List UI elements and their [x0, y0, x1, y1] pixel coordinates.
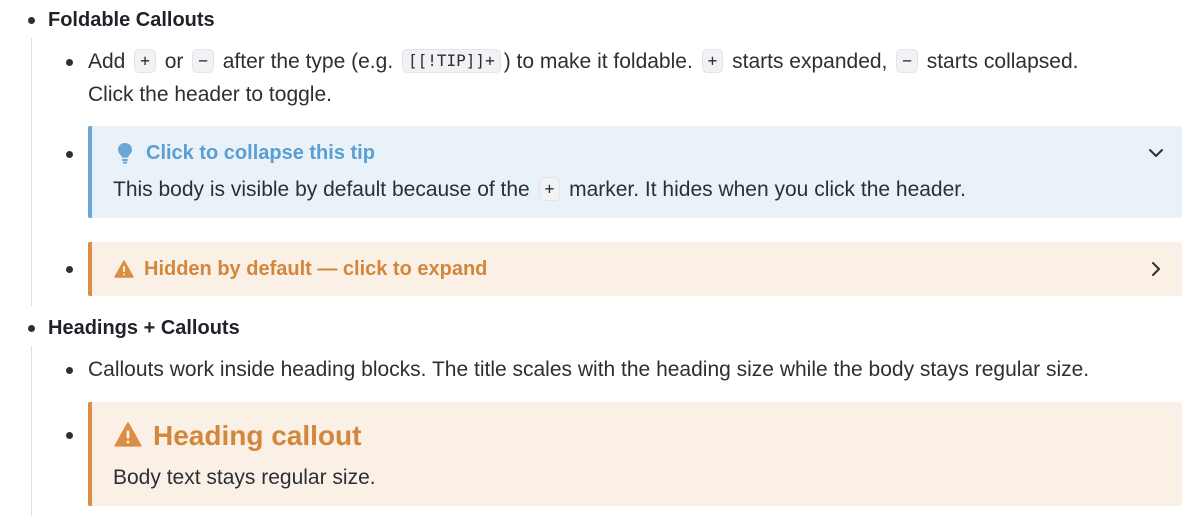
lightbulb-icon	[118, 143, 132, 164]
warning-icon	[114, 260, 134, 278]
inline-code: −	[896, 49, 918, 73]
bullet	[66, 367, 73, 374]
bullet	[28, 17, 35, 24]
inline-code: +	[134, 49, 156, 73]
text-run: or	[164, 50, 184, 73]
text-run: starts expanded,	[732, 50, 888, 73]
bullet	[66, 432, 73, 439]
bullet	[66, 59, 73, 66]
inline-code: [[!TIP]]+	[402, 49, 501, 73]
section-heading: Foldable Callouts	[48, 9, 215, 31]
callout-body: This body is visible by default because …	[113, 175, 966, 205]
list-item-text: Add + or − after the type (e.g. [[!TIP]]…	[88, 46, 1078, 78]
callout-header[interactable]: Click to collapse this tip	[92, 126, 1182, 176]
bullet	[66, 151, 73, 158]
text-run: starts collapsed.	[926, 50, 1079, 73]
text-run: marker. It hides when you click the head…	[569, 178, 966, 201]
bullet	[28, 325, 35, 332]
inline-code: +	[701, 49, 724, 73]
bullet	[66, 266, 73, 273]
text-run: Add	[88, 50, 126, 73]
text-run: ) to make it foldable.	[503, 50, 693, 73]
warning-callout-collapsed[interactable]: Hidden by default — click to expand	[88, 242, 1182, 296]
chevron-down-icon[interactable]	[1148, 145, 1164, 161]
callout-title: Heading callout	[153, 420, 362, 451]
callout-title: Click to collapse this tip	[146, 142, 375, 164]
heading-warning-callout: Heading callout Body text stays regular …	[88, 402, 1182, 506]
text-run: This body is visible by default because …	[113, 178, 530, 201]
text-run: after the type (e.g.	[222, 50, 394, 73]
tip-callout: Click to collapse this tip This body is …	[88, 126, 1182, 218]
document: Foldable Callouts Add + or − after the t…	[0, 0, 1200, 523]
callout-title: Hidden by default — click to expand	[144, 258, 488, 280]
list-item-text: Callouts work inside heading blocks. The…	[88, 358, 1090, 381]
inline-code: −	[192, 49, 214, 73]
indent-guide	[31, 38, 32, 306]
chevron-right-icon[interactable]	[1148, 261, 1164, 277]
indent-guide	[31, 346, 32, 516]
warning-icon	[114, 422, 142, 447]
callout-body: Body text stays regular size.	[113, 466, 376, 489]
inline-code: +	[538, 177, 561, 201]
section-heading: Headings + Callouts	[48, 317, 240, 339]
list-item-text-line2: Click the header to toggle.	[88, 83, 332, 106]
